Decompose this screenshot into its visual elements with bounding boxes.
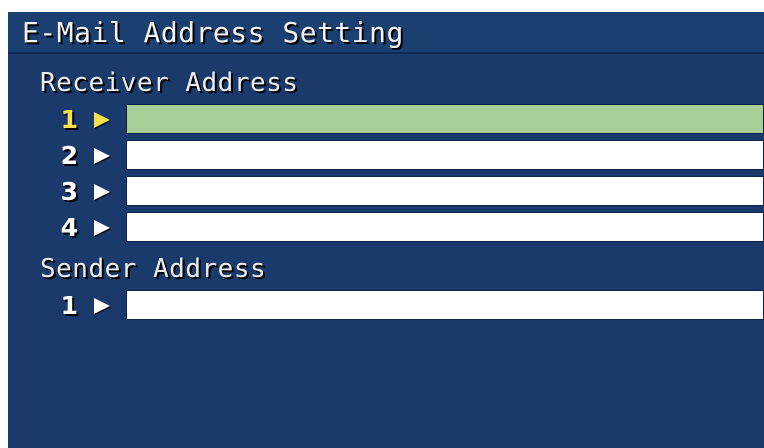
row-number: 4 bbox=[60, 213, 78, 242]
sender-address-field-1[interactable] bbox=[126, 290, 764, 320]
sender-address-row-1[interactable]: 1 bbox=[8, 290, 764, 322]
receiver-address-label: Receiver Address bbox=[40, 68, 299, 98]
right-arrow-icon bbox=[94, 298, 110, 314]
right-arrow-icon bbox=[94, 184, 110, 200]
row-number: 1 bbox=[60, 291, 78, 320]
right-arrow-icon bbox=[94, 112, 110, 128]
right-arrow-icon bbox=[94, 148, 110, 164]
page-title: E-Mail Address Setting bbox=[22, 16, 404, 49]
receiver-address-field-3[interactable] bbox=[126, 176, 764, 206]
receiver-address-row-3[interactable]: 3 bbox=[8, 176, 764, 208]
title-bar: E-Mail Address Setting bbox=[8, 12, 764, 54]
row-number: 1 bbox=[60, 105, 78, 134]
receiver-address-row-1[interactable]: 1 bbox=[8, 104, 764, 136]
sender-address-label: Sender Address bbox=[40, 254, 267, 284]
receiver-address-field-4[interactable] bbox=[126, 212, 764, 242]
right-arrow-icon bbox=[94, 220, 110, 236]
receiver-address-field-2[interactable] bbox=[126, 140, 764, 170]
email-settings-screen: E-Mail Address Setting Receiver Address … bbox=[8, 12, 764, 448]
row-number: 3 bbox=[60, 177, 78, 206]
receiver-address-field-1[interactable] bbox=[126, 104, 764, 134]
receiver-address-row-4[interactable]: 4 bbox=[8, 212, 764, 244]
receiver-address-row-2[interactable]: 2 bbox=[8, 140, 764, 172]
row-number: 2 bbox=[60, 141, 78, 170]
